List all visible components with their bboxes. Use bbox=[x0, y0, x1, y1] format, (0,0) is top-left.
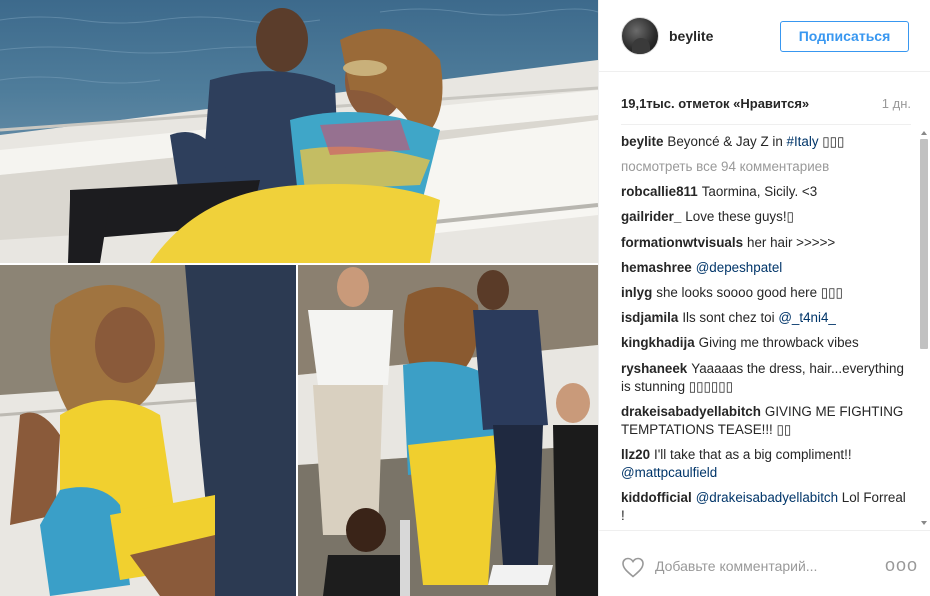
heart-icon[interactable] bbox=[621, 556, 645, 578]
avatar[interactable] bbox=[621, 17, 659, 55]
comment-text: Ils sont chez toi bbox=[682, 310, 779, 326]
boat-scene-illustration bbox=[0, 8, 598, 263]
mention-link[interactable]: @mattpcaulfield bbox=[621, 465, 717, 480]
comment-username[interactable]: gailrider_ bbox=[621, 209, 681, 224]
post-header: beylite Подписаться bbox=[599, 0, 930, 72]
comment-username[interactable]: drakeisabadyellabitch bbox=[621, 404, 761, 419]
list-item: isdjamila Ils sont chez toi @_t4ni4_ bbox=[621, 309, 911, 327]
comment-username[interactable]: beylite bbox=[621, 134, 663, 149]
comment-username[interactable]: ryshaneek bbox=[621, 361, 687, 376]
list-item: ryshaneek Yaaaaas the dress, hair...every… bbox=[621, 360, 911, 396]
likes-count[interactable]: 19,1тыс. отметок «Нравится» bbox=[621, 96, 809, 111]
list-item: robcallie811 Taormina, Sicily. <3 bbox=[621, 183, 911, 201]
list-item: formationwtvisuals her hair >>>>> bbox=[621, 234, 911, 252]
mention-link[interactable]: @depeshpatel bbox=[696, 260, 783, 275]
mention-link[interactable]: @_t4ni4_ bbox=[778, 310, 836, 325]
post-footer: ooo bbox=[599, 530, 930, 596]
dock-scene-illustration bbox=[298, 265, 598, 596]
comment-text: Love these guys!▯ bbox=[685, 209, 794, 225]
scroll-down-arrow-icon[interactable] bbox=[921, 521, 927, 525]
scrollbar-thumb[interactable] bbox=[920, 139, 928, 349]
list-item: drakeisabadyellabitch GIVING ME FIGHTING … bbox=[621, 403, 911, 439]
hashtag-link[interactable]: #Italy bbox=[787, 134, 819, 149]
photo-panel-bottom-right bbox=[298, 265, 598, 596]
more-options-icon[interactable]: ooo bbox=[885, 556, 918, 574]
scroll-up-arrow-icon[interactable] bbox=[921, 131, 927, 135]
view-all-comments-link[interactable]: посмотреть все 94 комментариев bbox=[621, 158, 911, 176]
comment-username[interactable]: kiddofficial bbox=[621, 490, 692, 505]
list-item: kiddofficial @drakeisabadyellabitch Lol F… bbox=[621, 489, 911, 525]
comment-text: Taormina, Sicily. <3 bbox=[701, 184, 818, 200]
caption: beylite Beyoncé & Jay Z in #Italy ▯▯▯ bbox=[621, 133, 911, 151]
comment-username[interactable]: hemashree bbox=[621, 260, 692, 275]
follow-button[interactable]: Подписаться bbox=[780, 21, 909, 52]
post-sidebar: beylite Подписаться 19,1тыс. отметок «Нр… bbox=[598, 0, 930, 596]
comment-username[interactable]: inlyg bbox=[621, 285, 652, 300]
list-item: hemashree @depeshpatel bbox=[621, 259, 911, 277]
comments-list: beylite Beyoncé & Jay Z in #Italy ▯▯▯ пос… bbox=[621, 133, 911, 526]
comment-text: Giving me throwback vibes bbox=[698, 335, 859, 351]
comment-emoji: ▯▯▯ bbox=[818, 134, 845, 149]
comment-username[interactable]: robcallie811 bbox=[621, 184, 698, 199]
mention-link[interactable]: @drakeisabadyellabitch bbox=[696, 490, 838, 505]
comment-username[interactable]: kingkhadija bbox=[621, 335, 695, 350]
comment-text: Beyoncé & Jay Z in bbox=[667, 134, 787, 149]
list-item: llz20 I'll take that as a big compliment!… bbox=[621, 446, 911, 482]
comments-scrollbar[interactable] bbox=[919, 129, 929, 527]
photo-panel-bottom-left bbox=[0, 265, 296, 596]
post-time[interactable]: 1 дн. bbox=[882, 96, 911, 111]
list-item: gailrider_ Love these guys!▯ bbox=[621, 208, 911, 226]
comment-username[interactable]: formationwtvisuals bbox=[621, 235, 743, 250]
list-item: inlyg she looks soooo good here ▯▯▯ bbox=[621, 284, 911, 302]
photo-panel-top bbox=[0, 0, 598, 263]
divider bbox=[621, 124, 911, 125]
comment-text: she looks soooo good here ▯▯▯ bbox=[656, 284, 843, 300]
comment-username[interactable]: isdjamila bbox=[621, 310, 678, 325]
list-item: kingkhadija Giving me throwback vibes bbox=[621, 334, 911, 352]
header-username[interactable]: beylite bbox=[669, 28, 713, 44]
comment-text: her hair >>>>> bbox=[747, 234, 836, 250]
post-stats: 19,1тыс. отметок «Нравится» 1 дн. bbox=[621, 96, 911, 114]
add-comment-input[interactable] bbox=[655, 555, 875, 577]
comment-text: I'll take that as a big compliment!! bbox=[654, 446, 852, 462]
comment-username[interactable]: llz20 bbox=[621, 447, 650, 462]
post-photo[interactable] bbox=[0, 0, 598, 596]
seated-woman-illustration bbox=[0, 265, 296, 596]
